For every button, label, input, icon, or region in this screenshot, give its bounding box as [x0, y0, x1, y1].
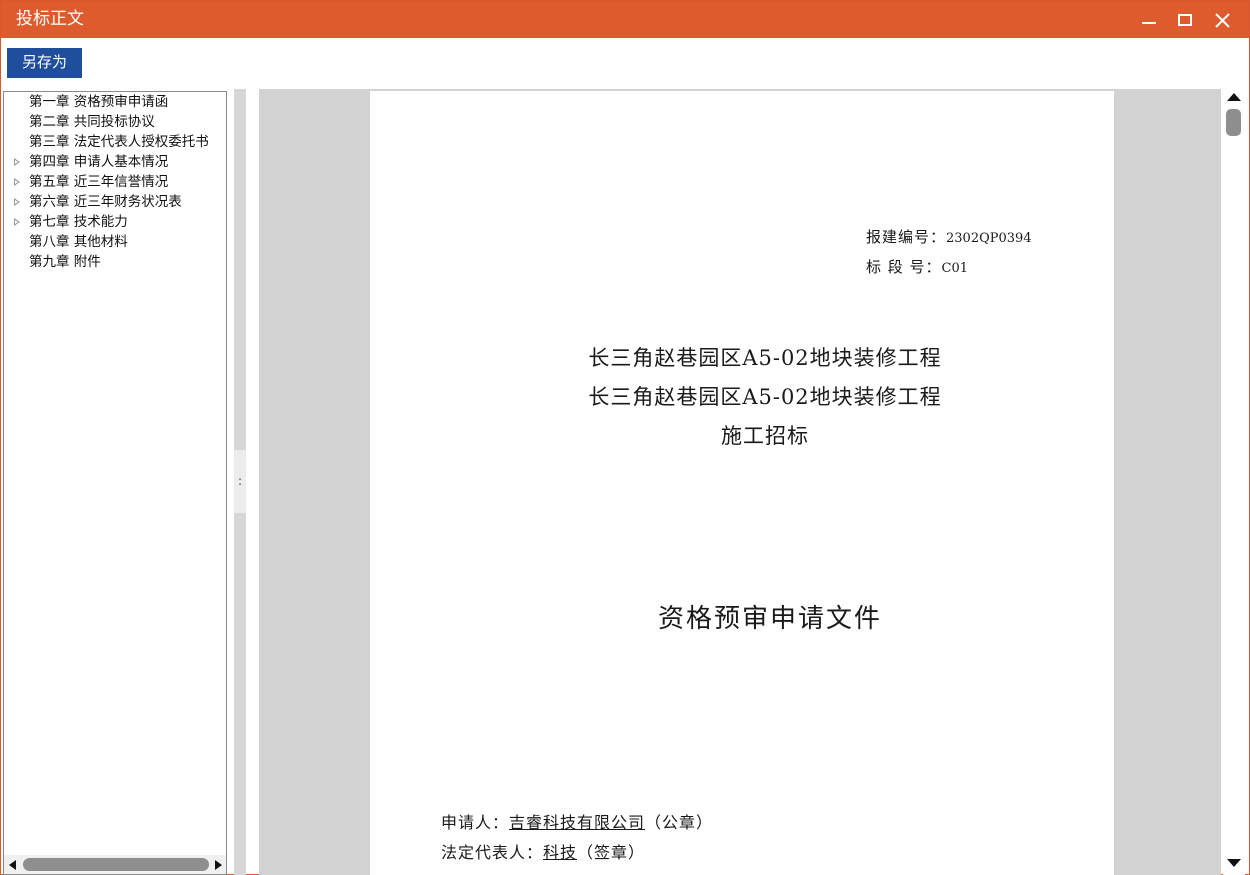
tree-item-chapter-6[interactable]: 第六章 近三年财务状况表	[4, 192, 226, 212]
scroll-thumb[interactable]	[1226, 109, 1241, 136]
section-number-label: 标 段 号：	[866, 258, 942, 276]
close-icon[interactable]	[1204, 1, 1242, 38]
scroll-left-icon[interactable]	[9, 860, 16, 870]
tree-item-chapter-1[interactable]: 第一章 资格预审申请函	[4, 92, 226, 112]
project-number-label: 报建编号：	[866, 228, 947, 246]
scroll-right-icon[interactable]	[215, 860, 222, 870]
project-title-line-3: 施工招标	[721, 424, 809, 448]
panel-splitter[interactable]: :	[234, 89, 246, 875]
toolbar: 另存为	[1, 38, 1249, 89]
applicant-line: 申请人：吉睿科技有限公司（公章）	[441, 812, 713, 834]
tree-item-label: 第八章 其他材料	[29, 234, 128, 250]
legal-representative-line: 法定代表人：科技（签章）	[441, 842, 645, 864]
project-title-line-2: 长三角赵巷园区A5-02地块装修工程	[588, 385, 942, 409]
expand-arrow-icon[interactable]	[14, 178, 20, 186]
document-vertical-scrollbar[interactable]	[1223, 89, 1245, 875]
representative-label: 法定代表人：	[441, 843, 544, 862]
applicant-suffix: （公章）	[645, 813, 714, 832]
tree-item-label: 第四章 申请人基本情况	[29, 154, 169, 170]
document-viewer: 报建编号：2302QP0394 标 段 号：C01 长三角赵巷园区A5-02地块…	[259, 89, 1221, 875]
chapter-tree: 第一章 资格预审申请函 第二章 共同投标协议 第三章 法定代表人授权委托书 第四…	[3, 91, 227, 875]
scroll-up-icon[interactable]	[1227, 93, 1241, 101]
document-page: 报建编号：2302QP0394 标 段 号：C01 长三角赵巷园区A5-02地块…	[370, 91, 1114, 875]
tree-item-label: 第五章 近三年信誉情况	[29, 174, 169, 190]
expand-arrow-icon[interactable]	[14, 218, 20, 226]
representative-name: 科技	[543, 843, 578, 862]
title-bar[interactable]: 投标正文	[1, 1, 1249, 38]
tree-item-label: 第九章 附件	[29, 254, 101, 270]
tree-item-chapter-2[interactable]: 第二章 共同投标协议	[4, 112, 226, 132]
tree-item-label: 第一章 资格预审申请函	[29, 94, 169, 110]
app-window: 投标正文 另存为 第一章 资格预审申请函 第二章 共同投标协议 第三章 法定代表…	[0, 0, 1250, 875]
expand-arrow-icon[interactable]	[14, 158, 20, 166]
minimize-icon[interactable]	[1130, 1, 1168, 38]
tree-item-label: 第七章 技术能力	[29, 214, 128, 230]
tree-item-chapter-5[interactable]: 第五章 近三年信誉情况	[4, 172, 226, 192]
tree-item-label: 第三章 法定代表人授权委托书	[29, 134, 209, 150]
window-title: 投标正文	[16, 9, 84, 29]
applicant-name: 吉睿科技有限公司	[509, 813, 646, 832]
scroll-thumb[interactable]	[23, 858, 209, 871]
tree-item-chapter-3[interactable]: 第三章 法定代表人授权委托书	[4, 132, 226, 152]
tree-item-chapter-4[interactable]: 第四章 申请人基本情况	[4, 152, 226, 172]
section-number-value: C01	[941, 261, 969, 276]
tree-horizontal-scrollbar[interactable]	[4, 855, 226, 874]
tree-item-chapter-8[interactable]: 第八章 其他材料	[4, 232, 226, 252]
tree-item-label: 第二章 共同投标协议	[29, 114, 155, 130]
project-title-line-1: 长三角赵巷园区A5-02地块装修工程	[588, 346, 942, 370]
project-number: 报建编号：2302QP0394	[866, 227, 1032, 249]
scroll-down-icon[interactable]	[1227, 859, 1241, 867]
representative-suffix: （签章）	[577, 843, 646, 862]
document-title: 资格预审申请文件	[657, 604, 882, 634]
applicant-label: 申请人：	[441, 813, 510, 832]
splitter-grip[interactable]: :	[234, 450, 246, 513]
maximize-icon[interactable]	[1167, 1, 1205, 38]
save-as-button[interactable]: 另存为	[7, 48, 82, 78]
project-number-value: 2302QP0394	[946, 231, 1032, 246]
expand-arrow-icon[interactable]	[14, 198, 20, 206]
tree-item-label: 第六章 近三年财务状况表	[29, 194, 182, 210]
section-number: 标 段 号：C01	[866, 257, 968, 279]
tree-item-chapter-9[interactable]: 第九章 附件	[4, 252, 226, 272]
tree-item-chapter-7[interactable]: 第七章 技术能力	[4, 212, 226, 232]
